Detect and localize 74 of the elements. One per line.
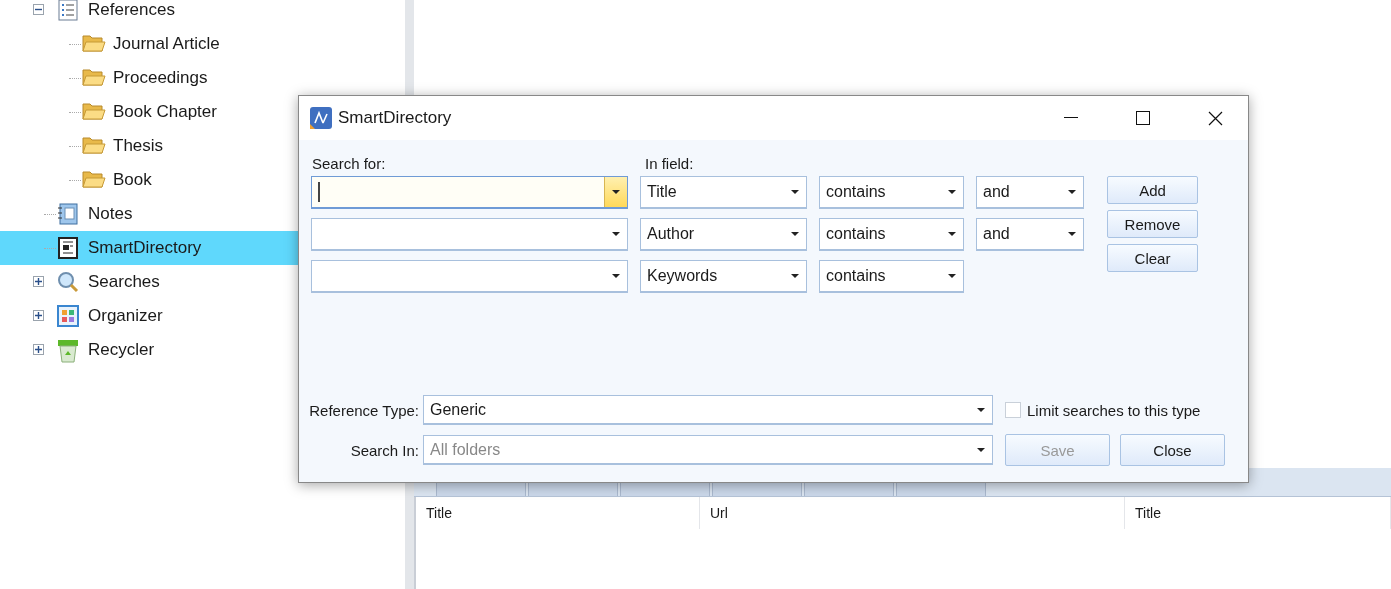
reference-type-dropdown[interactable]: Generic — [423, 395, 993, 425]
window-title: SmartDirectory — [338, 108, 453, 128]
caret-icon — [977, 447, 985, 452]
tree-item-label: Journal Article — [113, 34, 220, 54]
trash-icon — [57, 339, 79, 363]
minimize-icon[interactable] — [1064, 117, 1078, 119]
conjunction-dropdown[interactable]: and — [976, 176, 1084, 209]
operator-dropdown[interactable]: contains — [819, 218, 964, 251]
tree-item-label: Book Chapter — [113, 102, 217, 122]
action-button[interactable]: Remove — [1107, 210, 1198, 238]
search-field[interactable] — [311, 260, 628, 293]
caret-icon — [977, 407, 985, 412]
folder-icon — [82, 101, 106, 121]
caret-icon — [1068, 190, 1076, 194]
search-icon — [57, 271, 79, 293]
search-field[interactable] — [311, 176, 628, 209]
folder-icon — [82, 33, 106, 53]
tree-item-label: Searches — [88, 272, 160, 292]
tree-item-label: SmartDirectory — [88, 238, 202, 258]
field-dropdown[interactable]: Title — [640, 176, 807, 209]
field-dropdown[interactable]: Author — [640, 218, 807, 251]
caret-icon — [791, 190, 799, 194]
document-icon — [57, 237, 79, 259]
column-header[interactable]: Title — [416, 497, 700, 529]
tree-item[interactable]: Proceedings — [0, 61, 405, 95]
caret-icon — [612, 274, 620, 278]
tree-item-label: Book — [113, 170, 152, 190]
tree-item-label: Proceedings — [113, 68, 208, 88]
limit-label: Limit searches to this type — [1027, 401, 1201, 419]
caret-icon — [791, 232, 799, 236]
notebook-icon — [57, 203, 79, 225]
expand-icon[interactable] — [33, 276, 44, 287]
collapse-icon[interactable] — [33, 4, 44, 15]
tree-item[interactable]: Notes — [0, 197, 405, 231]
search-field[interactable] — [311, 218, 628, 251]
caret-icon — [948, 190, 956, 194]
folder-icon — [82, 169, 106, 189]
action-button[interactable]: Clear — [1107, 244, 1198, 272]
folder-icon — [82, 135, 106, 155]
action-button[interactable]: Add — [1107, 176, 1198, 204]
folder-icon — [82, 67, 106, 87]
caret-icon — [1068, 232, 1076, 236]
app-icon — [310, 107, 332, 129]
expand-icon[interactable] — [33, 310, 44, 321]
tree-item-label: Thesis — [113, 136, 164, 156]
tree-item[interactable]: References — [0, 0, 405, 27]
operator-dropdown[interactable]: contains — [819, 260, 964, 293]
close-button[interactable]: Close — [1120, 434, 1225, 466]
tree-item-label: References — [88, 0, 175, 20]
column-header[interactable]: Title — [1125, 497, 1391, 529]
conjunction-dropdown[interactable]: and — [976, 218, 1084, 251]
search-label: Search for: — [311, 154, 387, 172]
tree-item[interactable]: Recycler — [0, 333, 405, 367]
column-header[interactable]: Url — [700, 497, 1125, 529]
tree-item[interactable]: Organizer — [0, 299, 405, 333]
reference-type-label: Reference Type: — [308, 401, 420, 419]
tree-item-label: Recycler — [88, 340, 155, 360]
tree-item-label: Organizer — [88, 306, 163, 326]
field-label: In field: — [645, 154, 694, 172]
operator-dropdown[interactable]: contains — [819, 176, 964, 209]
search-in-label: Search In: — [349, 441, 420, 459]
field-dropdown[interactable]: Keywords — [640, 260, 807, 293]
caret-icon — [612, 190, 620, 194]
caret-icon — [948, 274, 956, 278]
tree-item[interactable]: Searches — [0, 265, 405, 299]
maximize-icon[interactable] — [1136, 111, 1150, 125]
caret-icon — [612, 232, 620, 236]
limit-checkbox[interactable] — [1005, 402, 1021, 418]
expand-icon[interactable] — [33, 344, 44, 355]
tree-item-label: Notes — [88, 204, 133, 224]
organizer-icon — [57, 305, 79, 327]
tree-item[interactable]: Journal Article — [0, 27, 405, 61]
caret-icon — [791, 274, 799, 278]
caret-icon — [948, 232, 956, 236]
